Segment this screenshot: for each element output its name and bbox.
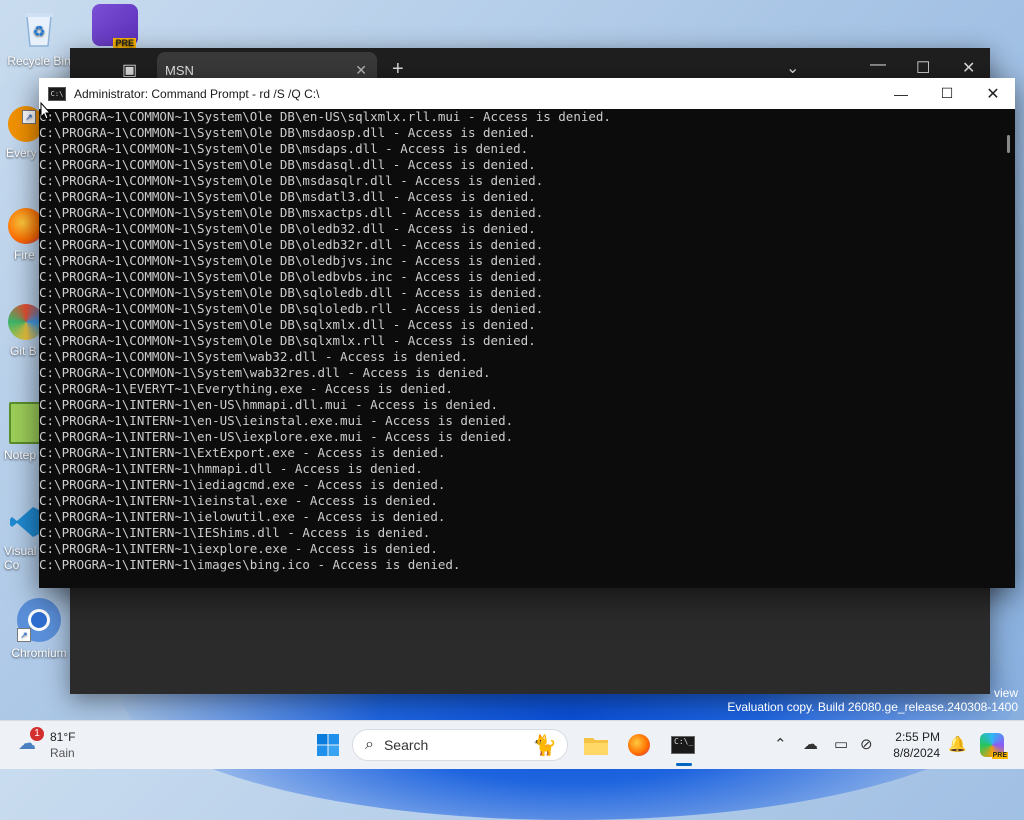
copilot-button[interactable]: PRE xyxy=(980,733,1008,759)
tab-actions-icon[interactable]: ▣ xyxy=(122,60,137,80)
shortcut-arrow-icon: ↗ xyxy=(22,110,36,124)
taskbar-file-explorer[interactable] xyxy=(580,729,612,761)
search-highlight-cat-icon: 🐈 xyxy=(532,734,557,757)
cmd-maximize-button[interactable]: ☐ xyxy=(924,78,970,109)
folder-icon xyxy=(584,738,608,755)
cmd-output-line: C:\PROGRA~1\COMMON~1\System\Ole DB\msdas… xyxy=(39,157,536,172)
cmd-output-line: C:\PROGRA~1\INTERN~1\iediagcmd.exe - Acc… xyxy=(39,477,446,492)
cmd-minimize-button[interactable]: — xyxy=(878,78,924,109)
clock-time: 2:55 PM xyxy=(895,730,940,744)
clock-date: 8/8/2024 xyxy=(893,746,940,760)
weather-widget[interactable]: ☁ 1 81°F Rain xyxy=(14,721,94,769)
chromium-icon: ↗ xyxy=(17,598,61,642)
recycle-bin-icon: ♻ xyxy=(17,6,61,50)
cmd-output-line: C:\PROGRA~1\COMMON~1\System\Ole DB\oledb… xyxy=(39,269,544,284)
cmd-output-line: C:\PROGRA~1\COMMON~1\System\wab32res.dll… xyxy=(39,365,491,380)
watermark-line-1: view xyxy=(993,686,1018,700)
notifications-bell-icon[interactable]: 🔔 xyxy=(948,735,967,753)
cmd-output-line: C:\PROGRA~1\COMMON~1\System\Ole DB\oledb… xyxy=(39,237,544,252)
desktop-icon-label: Chromium xyxy=(11,646,67,660)
cmd-output-line: C:\PROGRA~1\COMMON~1\System\Ole DB\msdao… xyxy=(39,125,536,140)
cmd-output-line: C:\PROGRA~1\INTERN~1\en-US\iexplore.exe.… xyxy=(39,429,514,444)
cmd-output-line: C:\PROGRA~1\INTERN~1\en-US\hmmapi.dll.mu… xyxy=(39,397,499,412)
browser-close-button[interactable]: ✕ xyxy=(962,58,975,78)
onedrive-offline-icon[interactable]: ☁ xyxy=(803,735,818,753)
search-icon: ⌕ xyxy=(365,736,374,753)
cmd-output-line: C:\PROGRA~1\INTERN~1\IEShims.dll - Acces… xyxy=(39,525,431,540)
visual-studio-icon: PRE xyxy=(92,4,138,48)
start-button[interactable] xyxy=(312,729,344,761)
show-hidden-icons-chevron-icon[interactable]: ⌃ xyxy=(774,735,787,753)
pre-badge: PRE xyxy=(113,38,136,48)
cmd-output-line: C:\PROGRA~1\INTERN~1\ExtExport.exe - Acc… xyxy=(39,445,446,460)
cmd-output-line: C:\PROGRA~1\COMMON~1\System\Ole DB\msdat… xyxy=(39,189,536,204)
cmd-output-line: C:\PROGRA~1\COMMON~1\System\wab32.dll - … xyxy=(39,349,468,364)
cmd-output-line: C:\PROGRA~1\COMMON~1\System\Ole DB\oledb… xyxy=(39,253,544,268)
cmd-output-line: C:\PROGRA~1\COMMON~1\System\Ole DB\sqlxm… xyxy=(39,317,536,332)
command-prompt-window[interactable]: C:\ Administrator: Command Prompt - rd /… xyxy=(39,78,1015,588)
copilot-pre-badge: PRE xyxy=(991,752,1008,759)
taskbar-firefox[interactable] xyxy=(623,729,655,761)
notepad-icon xyxy=(9,402,43,444)
shortcut-arrow-icon: ↗ xyxy=(17,628,31,642)
cmd-scrollbar[interactable] xyxy=(999,109,1015,588)
network-icon[interactable]: ⊘ xyxy=(860,735,873,753)
taskbar-search[interactable]: ⌕ Search 🐈 xyxy=(352,729,568,761)
taskbar-clock[interactable]: 2:55 PM 8/8/2024 xyxy=(886,729,940,761)
cmd-app-icon: C:\ xyxy=(48,86,66,101)
browser-minimize-button[interactable]: — xyxy=(870,56,886,74)
cmd-output-line: C:\PROGRA~1\INTERN~1\iexplore.exe - Acce… xyxy=(39,541,438,556)
cmd-output-line: C:\PROGRA~1\COMMON~1\System\Ole DB\en-US… xyxy=(39,109,611,124)
cmd-output-line: C:\PROGRA~1\EVERYT~1\Everything.exe - Ac… xyxy=(39,381,453,396)
cmd-output-line: C:\PROGRA~1\COMMON~1\System\Ole DB\sqlol… xyxy=(39,285,544,300)
watermark-line-2: Evaluation copy. Build 26080.ge_release.… xyxy=(727,700,1018,714)
cmd-output-line: C:\PROGRA~1\COMMON~1\System\Ole DB\msxac… xyxy=(39,205,544,220)
desktop-icon-visual-studio-preview[interactable]: PRE xyxy=(80,4,150,50)
active-app-indicator xyxy=(676,763,692,766)
cmd-close-button[interactable]: ✕ xyxy=(970,78,1016,109)
taskbar: ☁ 1 81°F Rain ⌕ Search 🐈 C:\_ ⌃ ☁ ▭ ⊘ 2:… xyxy=(0,720,1024,769)
cmd-output-line: C:\PROGRA~1\INTERN~1\ieinstal.exe - Acce… xyxy=(39,493,438,508)
cmd-output-line: C:\PROGRA~1\COMMON~1\System\Ole DB\sqlxm… xyxy=(39,333,536,348)
cmd-output-line: C:\PROGRA~1\INTERN~1\hmmapi.dll - Access… xyxy=(39,461,423,476)
weather-desc: Rain xyxy=(50,746,75,760)
cmd-titlebar[interactable]: C:\ Administrator: Command Prompt - rd /… xyxy=(39,78,1015,109)
cmd-output-line: C:\PROGRA~1\INTERN~1\images\bing.ico - A… xyxy=(39,557,461,572)
tab-list-chevron-icon[interactable]: ⌄ xyxy=(786,58,799,78)
terminal-icon: C:\_ xyxy=(671,736,695,754)
mouse-cursor-icon xyxy=(40,101,52,125)
browser-maximize-button[interactable]: ☐ xyxy=(916,58,930,78)
close-tab-icon[interactable]: ✕ xyxy=(355,62,367,79)
desktop-icon-recycle-bin[interactable]: ♻ Recycle Bin xyxy=(4,6,74,68)
cmd-output-line: C:\PROGRA~1\INTERN~1\en-US\ieinstal.exe.… xyxy=(39,413,514,428)
windows-logo-icon xyxy=(317,734,339,756)
search-placeholder: Search xyxy=(383,737,429,753)
cmd-window-title: Administrator: Command Prompt - rd /S /Q… xyxy=(74,86,320,101)
cmd-scroll-thumb[interactable] xyxy=(1007,135,1010,153)
evaluation-watermark: view Evaluation copy. Build 26080.ge_rel… xyxy=(727,686,1018,714)
cmd-output-line: C:\PROGRA~1\INTERN~1\ielowutil.exe - Acc… xyxy=(39,509,446,524)
cmd-output-line: C:\PROGRA~1\COMMON~1\System\Ole DB\oledb… xyxy=(39,221,536,236)
weather-temp: 81°F xyxy=(50,730,76,744)
desktop-icon-chromium[interactable]: ↗ Chromium xyxy=(4,598,74,660)
svg-text:♻: ♻ xyxy=(33,24,46,40)
browser-tab-title: MSN xyxy=(165,62,194,78)
weather-text: 81°F Rain xyxy=(50,729,75,761)
cmd-output-line: C:\PROGRA~1\COMMON~1\System\Ole DB\msdap… xyxy=(39,141,529,156)
taskbar-terminal[interactable]: C:\_ xyxy=(667,729,699,761)
cmd-output-line: C:\PROGRA~1\COMMON~1\System\Ole DB\sqlol… xyxy=(39,301,544,316)
cmd-output-line: C:\PROGRA~1\COMMON~1\System\Ole DB\msdas… xyxy=(39,173,544,188)
firefox-icon xyxy=(628,734,650,756)
desktop-icon-label: Recycle Bin xyxy=(7,54,71,68)
display-icon[interactable]: ▭ xyxy=(834,735,848,753)
weather-notification-badge: 1 xyxy=(30,727,44,741)
cmd-output[interactable]: C:\PROGRA~1\COMMON~1\System\Ole DB\en-US… xyxy=(39,109,999,588)
